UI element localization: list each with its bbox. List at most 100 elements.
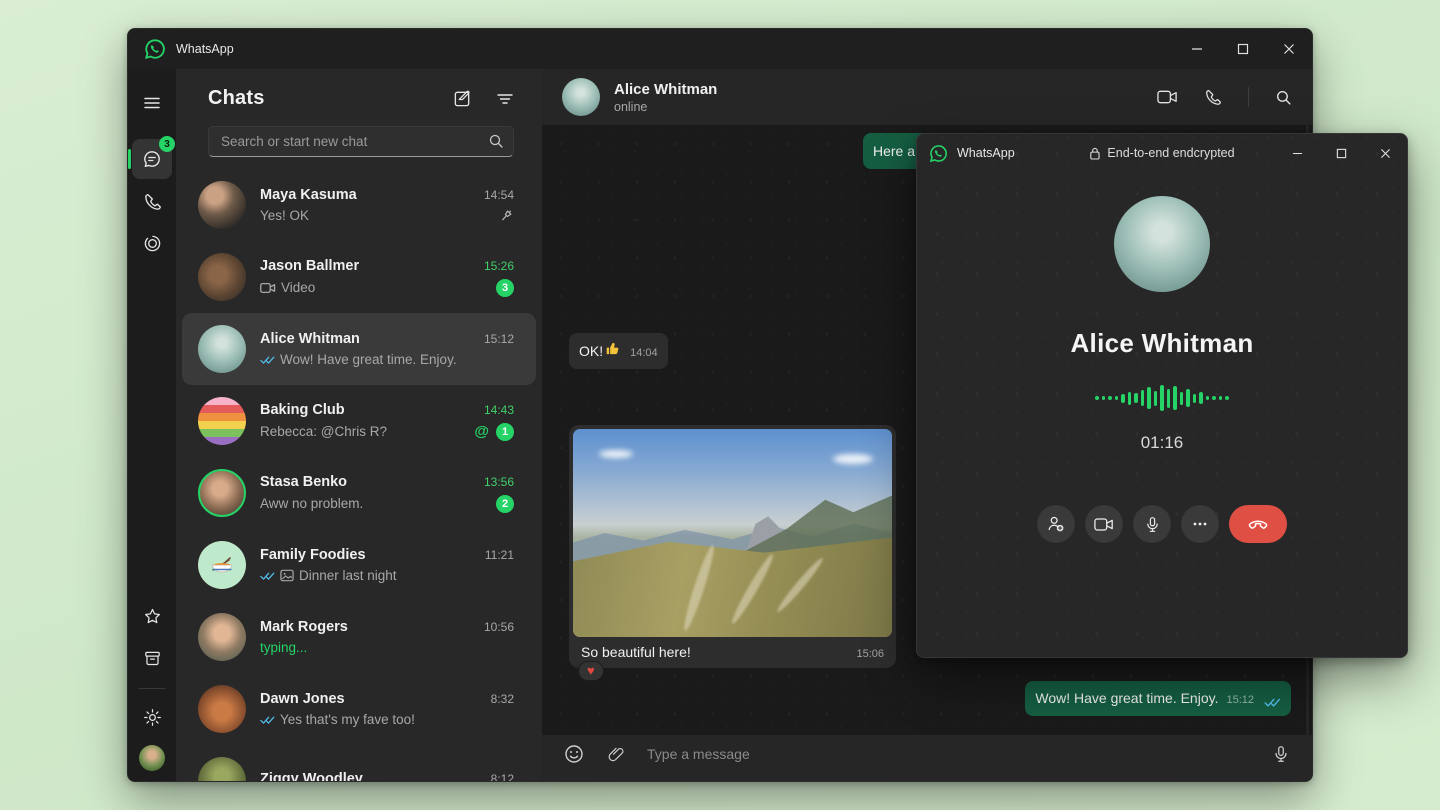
chat-name: Dawn Jones	[260, 691, 345, 707]
emoji-icon[interactable]	[564, 744, 584, 764]
contact-name[interactable]: Alice Whitman	[614, 81, 717, 98]
add-participant-button[interactable]	[1037, 505, 1075, 543]
chat-avatar	[198, 181, 246, 229]
call-mute-button[interactable]	[1133, 505, 1171, 543]
chat-avatar	[198, 685, 246, 733]
call-video-button[interactable]	[1085, 505, 1123, 543]
close-button[interactable]	[1266, 29, 1312, 69]
chat-list-item-jason-ballmer[interactable]: Jason Ballmer15:26Video3	[182, 241, 536, 313]
main-titlebar: WhatsApp	[128, 29, 1312, 69]
video-call-icon[interactable]	[1157, 89, 1178, 105]
voice-call-icon[interactable]	[1204, 88, 1222, 106]
voice-waveform	[1095, 383, 1229, 413]
call-window-controls	[1275, 134, 1407, 172]
chat-avatar	[198, 397, 246, 445]
call-app-title: WhatsApp	[957, 146, 1015, 160]
waveform-bar	[1102, 396, 1106, 400]
whatsapp-logo-icon	[144, 38, 166, 60]
chat-preview: Video	[260, 280, 315, 295]
chat-time: 14:43	[484, 403, 514, 417]
chat-list-item-maya-kasuma[interactable]: Maya Kasuma14:54Yes! OK	[182, 169, 536, 241]
waveform-bar	[1160, 385, 1164, 411]
desktop: WhatsApp 3	[0, 0, 1440, 810]
message-incoming-ok[interactable]: OK! 14:04	[569, 333, 668, 369]
message-input[interactable]	[647, 746, 1250, 762]
filter-chats-icon[interactable]	[496, 89, 514, 108]
chat-time: 13:56	[484, 475, 514, 489]
nav-archived[interactable]	[132, 638, 172, 678]
nav-starred[interactable]	[132, 596, 172, 636]
read-receipt-icon	[260, 715, 275, 725]
chats-title: Chats	[208, 87, 265, 110]
call-contact-avatar	[1114, 196, 1210, 292]
waveform-bar	[1186, 389, 1190, 407]
message-photo[interactable]: So beautiful here! 15:06	[569, 425, 896, 668]
call-action-bar	[1037, 505, 1287, 543]
chat-avatar	[198, 541, 246, 589]
waveform-bar	[1095, 396, 1099, 400]
waveform-bar	[1173, 386, 1177, 410]
my-profile-avatar[interactable]	[139, 745, 165, 771]
photo-thumbnail[interactable]	[573, 429, 892, 637]
chat-time: 8:32	[491, 692, 514, 706]
chat-list-item-baking-club[interactable]: Baking Club14:43Rebecca: @Chris R?@1	[182, 385, 536, 457]
chat-name: Mark Rogers	[260, 619, 348, 635]
call-window: WhatsApp End-to-end endcrypted Alice Whi…	[916, 133, 1408, 658]
nav-settings[interactable]	[132, 697, 172, 737]
nav-status[interactable]	[132, 223, 172, 263]
chat-preview: Aww no problem.	[260, 496, 363, 511]
chat-time: 15:12	[484, 332, 514, 346]
call-maximize-button[interactable]	[1319, 134, 1363, 172]
search-in-chat-icon[interactable]	[1275, 89, 1292, 106]
waveform-bar	[1180, 392, 1184, 405]
attach-icon[interactable]	[606, 745, 625, 764]
chat-name: Jason Ballmer	[260, 258, 359, 274]
whatsapp-logo-icon	[929, 144, 948, 163]
photo-message-icon	[280, 569, 294, 582]
mic-icon[interactable]	[1272, 745, 1290, 763]
unread-badge: 2	[496, 495, 514, 513]
waveform-bar	[1147, 387, 1151, 409]
heart-reaction[interactable]: ♥	[578, 661, 604, 681]
read-receipt-icon	[260, 571, 275, 581]
waveform-bar	[1134, 393, 1138, 403]
search-input[interactable]	[208, 126, 514, 157]
menu-button[interactable]	[132, 83, 172, 123]
header-divider	[1248, 87, 1249, 107]
chat-preview: Yes! OK	[260, 208, 309, 223]
lock-icon	[1089, 147, 1100, 160]
mention-badge: @	[474, 423, 489, 440]
chat-list: Maya Kasuma14:54Yes! OK Jason Ballmer 15:2…	[176, 169, 542, 781]
encryption-label: End-to-end endcrypted	[1107, 146, 1234, 160]
chats-panel: Chats Maya Kasu	[176, 69, 542, 781]
call-close-button[interactable]	[1363, 134, 1407, 172]
rail-divider	[139, 688, 165, 689]
chat-avatar	[198, 757, 246, 781]
contact-avatar[interactable]	[562, 78, 600, 116]
end-call-button[interactable]	[1229, 505, 1287, 543]
nav-calls[interactable]	[132, 181, 172, 221]
nav-chats[interactable]: 3	[132, 139, 172, 179]
chat-time: 15:26	[484, 259, 514, 273]
new-chat-icon[interactable]	[453, 89, 472, 108]
minimize-button[interactable]	[1174, 29, 1220, 69]
waveform-bar	[1206, 396, 1210, 400]
chat-preview: typing...	[260, 640, 307, 655]
chat-list-item-family-foodies[interactable]: Family Foodies11:21Dinner last night	[182, 529, 536, 601]
chat-list-item-dawn-jones[interactable]: Dawn Jones8:32Yes that's my fave too!	[182, 673, 536, 745]
chat-avatar	[198, 613, 246, 661]
message-outgoing-wow[interactable]: Wow! Have great time. Enjoy. 15:12	[1025, 681, 1291, 716]
chat-avatar	[198, 253, 246, 301]
chat-time: 10:56	[484, 620, 514, 634]
maximize-button[interactable]	[1220, 29, 1266, 69]
chat-name: Family Foodies	[260, 547, 366, 563]
chat-list-item-mark-rogers[interactable]: Mark Rogers 10:56 typing...	[182, 601, 536, 673]
photo-time: 15:06	[856, 648, 884, 660]
call-contact-name: Alice Whitman	[1070, 328, 1253, 359]
call-minimize-button[interactable]	[1275, 134, 1319, 172]
chat-list-item-stasa-benko[interactable]: Stasa Benko13:56Aww no problem.2	[182, 457, 536, 529]
chat-preview: Dinner last night	[260, 568, 397, 583]
chat-list-item-alice-whitman[interactable]: Alice Whitman15:12Wow! Have great time. …	[182, 313, 536, 385]
chat-list-item-ziggy-woodley[interactable]: Ziggy Woodley8:12	[182, 745, 536, 781]
call-more-button[interactable]	[1181, 505, 1219, 543]
